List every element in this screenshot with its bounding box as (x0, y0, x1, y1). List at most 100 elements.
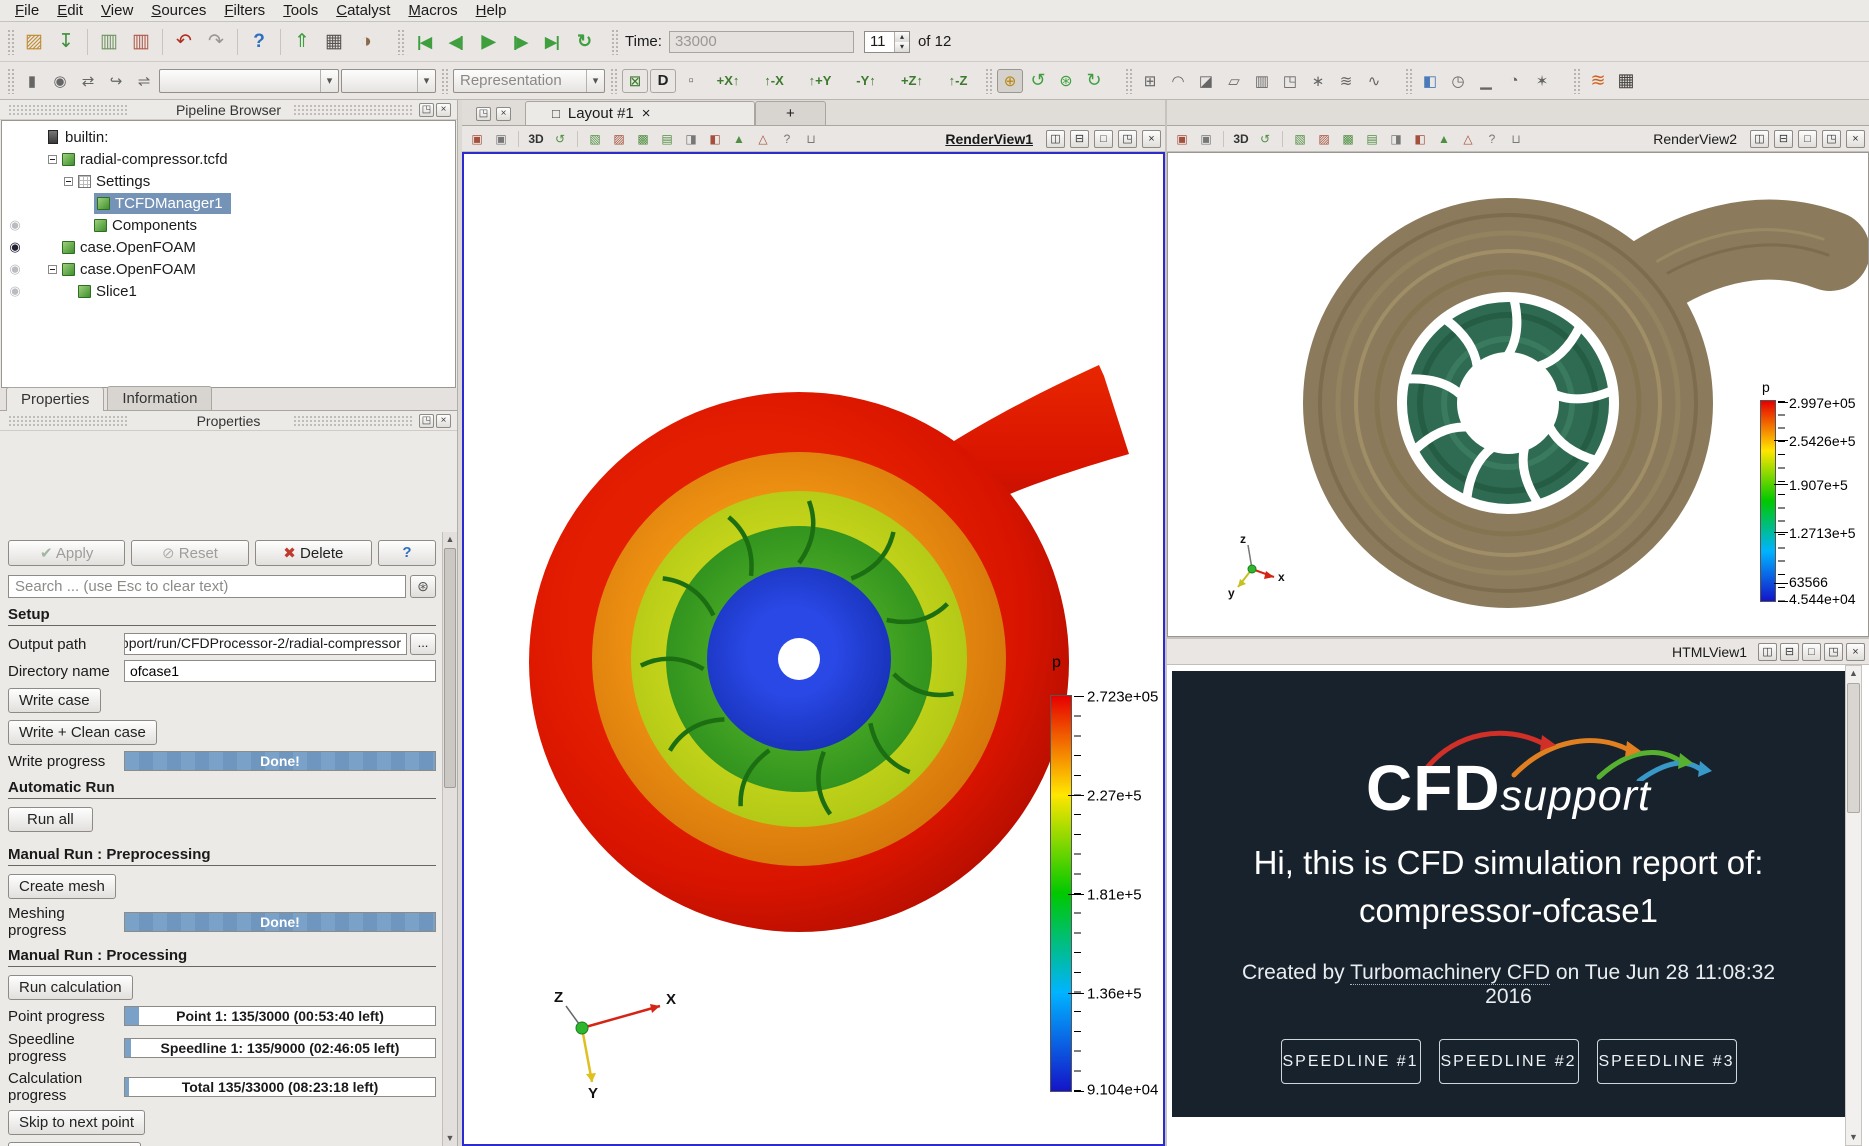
pause-icon[interactable]: ▮ (19, 69, 45, 93)
properties-scrollbar[interactable]: ▲ ▼ (442, 532, 457, 1146)
menu-catalyst[interactable]: Catalyst (327, 0, 399, 21)
popout-view-icon[interactable]: ◳ (1824, 643, 1843, 661)
rotate-90-ccw-icon[interactable]: ↺ (1025, 69, 1051, 93)
visibility-eye-icon[interactable]: ◉ (2, 261, 28, 277)
popout-view-icon[interactable]: ◳ (1822, 130, 1841, 148)
toolbar-handle[interactable] (7, 68, 14, 94)
split-vertical-icon[interactable]: ⊟ (1070, 130, 1089, 148)
split-vertical-icon[interactable]: ⊟ (1774, 130, 1793, 148)
play-button[interactable]: ▶ (473, 27, 503, 57)
collapse-expander-icon[interactable] (48, 155, 57, 164)
color-by-combo[interactable]: ▾ (159, 69, 339, 93)
output-path-field[interactable]: pport/run/CFDProcessor-2/radial-compress… (124, 633, 407, 655)
transfer-arrows-icon[interactable]: ⇌ (131, 69, 157, 93)
toolbar-handle[interactable] (1405, 68, 1412, 94)
reset-camera-icon[interactable]: ⊠ (622, 69, 648, 93)
pipeline-browser-header[interactable]: Pipeline Browser ◳ × (0, 100, 457, 120)
clear-selection-icon[interactable]: ⊔ (1505, 129, 1527, 149)
glyph-filter-icon[interactable]: ∗ (1305, 69, 1331, 93)
tree-item-tcfd-file[interactable]: radial-compressor.tcfd (2, 148, 455, 170)
collapse-expander-icon[interactable] (48, 265, 57, 274)
toolbar-handle[interactable] (1573, 68, 1580, 94)
visibility-eye-icon[interactable]: ◉ (2, 283, 28, 299)
open-file-icon[interactable]: ▨ (19, 27, 49, 57)
render-view-2-viewport[interactable]: p 2.997e+05 2.5426e+5 1.907e+5 1.2713e+5… (1167, 152, 1869, 637)
browse-button[interactable]: ... (410, 633, 436, 655)
html-view-scrollbar[interactable]: ▲ ▼ (1845, 665, 1862, 1146)
popout-view-icon[interactable]: ◳ (1118, 130, 1137, 148)
speedline-3-button[interactable]: SPEEDLINE #3 (1597, 1039, 1737, 1084)
spinner-down-icon[interactable]: ▾ (895, 42, 909, 52)
plot-selection-over-time-icon[interactable]: ◔ (1501, 69, 1527, 93)
split-horizontal-icon[interactable]: ◫ (1758, 643, 1777, 661)
capture-camera-icon[interactable]: ▣ (1195, 129, 1217, 149)
color-palette-icon[interactable]: ◑ (351, 27, 381, 57)
menu-view[interactable]: View (92, 0, 142, 21)
select-points-frustum-icon[interactable]: ▤ (656, 129, 678, 149)
popout-dock-icon[interactable]: ◳ (419, 414, 434, 428)
reset-button[interactable]: ⊘ Reset (131, 540, 248, 566)
center-axes-visibility-toggle[interactable]: ⊕ (997, 69, 1023, 93)
visibility-eye-icon[interactable]: ◉ (2, 239, 28, 255)
frame-spinner[interactable]: 11 ▴ ▾ (864, 31, 910, 53)
select-cells-polygon-icon[interactable]: ◨ (680, 129, 702, 149)
close-dock-icon[interactable]: × (436, 103, 451, 117)
visibility-eye-icon[interactable]: ◉ (2, 217, 28, 233)
rotate-90-cw-icon[interactable]: ↻ (1081, 69, 1107, 93)
menu-tools[interactable]: Tools (274, 0, 327, 21)
select-points-rect-icon[interactable]: ▨ (1313, 129, 1335, 149)
directory-name-field[interactable] (124, 660, 436, 682)
tab-properties[interactable]: Properties (6, 387, 104, 411)
close-tab-icon[interactable]: × (642, 105, 651, 122)
warp-icon[interactable]: ∿ (1361, 69, 1387, 93)
tab-information[interactable]: Information (107, 386, 212, 410)
hover-help-icon[interactable]: ? (1481, 129, 1503, 149)
scrollbar-thumb[interactable] (444, 548, 456, 788)
delete-button[interactable]: ✖ Delete (255, 540, 372, 566)
collapse-expander-icon[interactable] (64, 177, 73, 186)
properties-header[interactable]: Properties ◳ × (0, 411, 457, 431)
write-clean-case-button[interactable]: Write + Clean case (8, 720, 157, 745)
turbomachinery-cfd-link[interactable]: Turbomachinery CFD (1350, 961, 1550, 985)
extract-subset-icon[interactable]: ◳ (1277, 69, 1303, 93)
add-layout-tab[interactable]: + (755, 101, 826, 125)
run-calculation-button[interactable]: Run calculation (8, 975, 133, 1000)
scroll-down-icon[interactable]: ▼ (443, 1131, 457, 1146)
last-frame-button[interactable]: ▶| (537, 27, 567, 57)
speedline-1-button[interactable]: SPEEDLINE #1 (1281, 1039, 1421, 1084)
apply-button[interactable]: ✔ Apply (8, 540, 125, 566)
tree-item-components[interactable]: ◉ Components (2, 214, 455, 236)
abort-calculation-button[interactable]: Abort calculation (8, 1142, 141, 1146)
zoom-to-data-icon[interactable]: D (650, 69, 676, 93)
view-minus-z-button[interactable]: ↑-Z (936, 66, 980, 96)
capture-camera-icon[interactable]: ▣ (490, 129, 512, 149)
rotate-arrow-icon[interactable]: ↪ (103, 69, 129, 93)
representation-combo[interactable]: Representation▾ (453, 69, 605, 93)
threshold-icon[interactable]: ▥ (1249, 69, 1275, 93)
stream-tracer-icon[interactable]: ≋ (1333, 69, 1359, 93)
menu-macros[interactable]: Macros (399, 0, 466, 21)
select-cells-polygon-icon[interactable]: ◨ (1385, 129, 1407, 149)
maximize-view-icon[interactable]: □ (1094, 130, 1113, 148)
tree-item-slice1[interactable]: ◉ Slice1 (2, 280, 455, 302)
close-dock-icon[interactable]: × (436, 414, 451, 428)
search-input[interactable] (8, 575, 406, 598)
select-points-rect-icon[interactable]: ▨ (608, 129, 630, 149)
popout-dock-icon[interactable]: ◳ (419, 103, 434, 117)
slice-icon[interactable]: ▱ (1221, 69, 1247, 93)
select-cells-frustum-icon[interactable]: ▩ (1337, 129, 1359, 149)
toolbar-handle[interactable] (397, 29, 404, 55)
tree-item-settings[interactable]: Settings (2, 170, 455, 192)
toggle-3d-icon[interactable]: 3D (1230, 129, 1252, 149)
toolbar-handle[interactable] (610, 68, 617, 94)
toggle-3d-icon[interactable]: 3D (525, 129, 547, 149)
menu-filters[interactable]: Filters (215, 0, 274, 21)
screenshot-camera-icon[interactable]: ▣ (466, 129, 488, 149)
toolbar-handle[interactable] (441, 68, 448, 94)
plot-over-time-icon[interactable]: ◷ (1445, 69, 1471, 93)
render-view-1-viewport[interactable]: p 2.723e+05 2.27e+5 1.81e+5 1.36e+5 9.10… (462, 152, 1165, 1146)
create-mesh-button[interactable]: Create mesh (8, 874, 116, 899)
menu-file[interactable]: File (6, 0, 48, 21)
select-points-polygon-icon[interactable]: ◧ (1409, 129, 1431, 149)
swap-arrows-icon[interactable]: ⇄ (75, 69, 101, 93)
